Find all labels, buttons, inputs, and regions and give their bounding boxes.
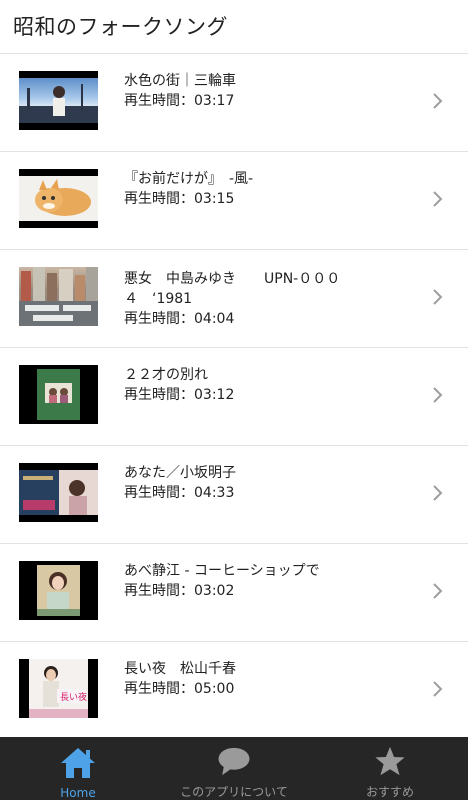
video-title: 悪女 中島みゆき UPN-０００ ４ ‘1981 [124,271,341,307]
video-meta: 長い夜 松山千春 再生時間：05:00 [124,659,414,699]
video-thumbnail [19,71,98,130]
list-item[interactable]: 『お前だけが』 -風- 再生時間：03:15 [0,152,468,250]
app-header: 昭和のフォークソング [0,0,468,54]
video-thumbnail [19,463,98,522]
speech-bubble-icon [218,747,250,776]
bottom-tab-bar: Home このアプリについて おすすめ [0,737,468,800]
video-duration: 再生時間：03:15 [124,191,235,207]
video-meta: 水色の街｜三輪車 再生時間：03:17 [124,71,414,111]
video-meta: 『お前だけが』 -風- 再生時間：03:15 [124,169,414,209]
chevron-right-icon [433,681,443,697]
video-title: あなた／小坂明子 [124,465,236,481]
thumbnail-text: 長い夜 [60,691,87,703]
tab-label: Home [60,786,96,800]
chevron-right-icon [433,583,443,599]
list-item[interactable]: 水色の街｜三輪車 再生時間：03:17 [0,54,468,152]
video-title: 水色の街｜三輪車 [124,73,236,89]
tab-label: このアプリについて [180,785,288,799]
video-duration: 再生時間：03:17 [124,93,235,109]
list-item[interactable]: あなた／小坂明子 再生時間：04:33 [0,446,468,544]
tab-recommended[interactable]: おすすめ [312,737,468,800]
list-item[interactable]: 長い夜 長い夜 松山千春 再生時間：05:00 [0,642,468,740]
video-thumbnail: 長い夜 [19,659,98,718]
video-title: 『お前だけが』 -風- [124,171,254,187]
video-duration: 再生時間：03:02 [124,583,235,599]
tab-home[interactable]: Home [0,737,156,800]
video-thumbnail [19,267,98,326]
video-list: 水色の街｜三輪車 再生時間：03:17 『お前だけが』 -風- 再生時間：03:… [0,54,468,740]
video-duration: 再生時間：04:04 [124,311,235,327]
chevron-right-icon [433,93,443,109]
video-duration: 再生時間：03:12 [124,387,235,403]
chevron-right-icon [433,289,443,305]
video-thumbnail [19,365,98,424]
star-icon [375,746,405,776]
list-item[interactable]: ２２才の別れ 再生時間：03:12 [0,348,468,446]
chevron-right-icon [433,387,443,403]
chevron-right-icon [433,485,443,501]
video-title: 長い夜 松山千春 [124,661,236,677]
chevron-right-icon [433,191,443,207]
video-thumbnail [19,169,98,228]
video-meta: ２２才の別れ 再生時間：03:12 [124,365,414,405]
video-meta: あべ静江 - コーヒーショップで 再生時間：03:02 [124,561,414,601]
list-item[interactable]: 悪女 中島みゆき UPN-０００ ４ ‘1981 再生時間：04:04 [0,250,468,348]
tab-about[interactable]: このアプリについて [156,737,312,800]
video-thumbnail [19,561,98,620]
video-meta: あなた／小坂明子 再生時間：04:33 [124,463,414,503]
video-duration: 再生時間：05:00 [124,681,235,697]
home-icon [61,748,95,778]
video-meta: 悪女 中島みゆき UPN-０００ ４ ‘1981 再生時間：04:04 [124,269,414,329]
video-duration: 再生時間：04:33 [124,485,235,501]
video-title: あべ静江 - コーヒーショップで [124,563,320,579]
page-title: 昭和のフォークソング [13,15,228,39]
list-item[interactable]: あべ静江 - コーヒーショップで 再生時間：03:02 [0,544,468,642]
tab-label: おすすめ [365,785,414,799]
video-title: ２２才の別れ [124,367,208,383]
